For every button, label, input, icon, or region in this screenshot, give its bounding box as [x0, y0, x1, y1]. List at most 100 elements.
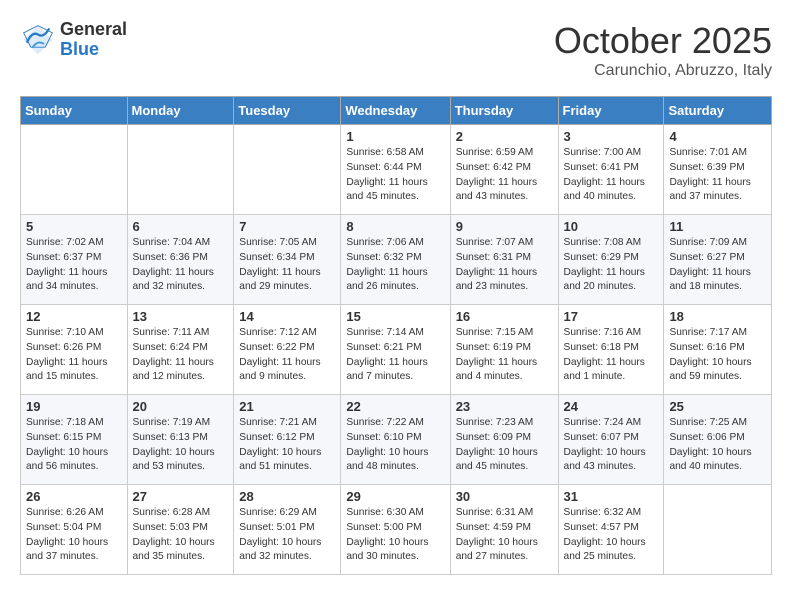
day-number: 11: [669, 219, 766, 234]
table-row: 25 Sunrise: 7:25 AMSunset: 6:06 PMDaylig…: [664, 395, 772, 485]
header-friday: Friday: [558, 97, 664, 125]
day-info: Sunrise: 7:24 AMSunset: 6:07 PMDaylight:…: [564, 417, 646, 472]
day-info: Sunrise: 7:04 AMSunset: 6:36 PMDaylight:…: [133, 237, 214, 292]
day-number: 17: [564, 309, 659, 324]
table-row: 8 Sunrise: 7:06 AMSunset: 6:32 PMDayligh…: [341, 215, 450, 305]
table-row: 29 Sunrise: 6:30 AMSunset: 5:00 PMDaylig…: [341, 485, 450, 575]
weekday-header-row: Sunday Monday Tuesday Wednesday Thursday…: [21, 97, 772, 125]
table-row: [127, 125, 234, 215]
table-row: 31 Sunrise: 6:32 AMSunset: 4:57 PMDaylig…: [558, 485, 664, 575]
table-row: 14 Sunrise: 7:12 AMSunset: 6:22 PMDaylig…: [234, 305, 341, 395]
calendar-table: Sunday Monday Tuesday Wednesday Thursday…: [20, 96, 772, 575]
day-number: 1: [346, 129, 444, 144]
logo-text: General Blue: [60, 20, 127, 60]
day-info: Sunrise: 7:17 AMSunset: 6:16 PMDaylight:…: [669, 327, 751, 382]
table-row: 16 Sunrise: 7:15 AMSunset: 6:19 PMDaylig…: [450, 305, 558, 395]
day-number: 24: [564, 399, 659, 414]
table-row: 20 Sunrise: 7:19 AMSunset: 6:13 PMDaylig…: [127, 395, 234, 485]
table-row: 30 Sunrise: 6:31 AMSunset: 4:59 PMDaylig…: [450, 485, 558, 575]
day-info: Sunrise: 6:31 AMSunset: 4:59 PMDaylight:…: [456, 507, 538, 562]
day-number: 5: [26, 219, 122, 234]
day-info: Sunrise: 7:25 AMSunset: 6:06 PMDaylight:…: [669, 417, 751, 472]
table-row: 9 Sunrise: 7:07 AMSunset: 6:31 PMDayligh…: [450, 215, 558, 305]
day-number: 10: [564, 219, 659, 234]
day-number: 3: [564, 129, 659, 144]
table-row: 26 Sunrise: 6:26 AMSunset: 5:04 PMDaylig…: [21, 485, 128, 575]
table-row: 17 Sunrise: 7:16 AMSunset: 6:18 PMDaylig…: [558, 305, 664, 395]
day-info: Sunrise: 6:29 AMSunset: 5:01 PMDaylight:…: [239, 507, 321, 562]
day-info: Sunrise: 7:06 AMSunset: 6:32 PMDaylight:…: [346, 237, 427, 292]
page: General Blue October 2025 Carunchio, Abr…: [0, 0, 792, 595]
day-info: Sunrise: 7:09 AMSunset: 6:27 PMDaylight:…: [669, 237, 750, 292]
day-number: 2: [456, 129, 553, 144]
day-info: Sunrise: 7:01 AMSunset: 6:39 PMDaylight:…: [669, 147, 750, 202]
day-info: Sunrise: 7:15 AMSunset: 6:19 PMDaylight:…: [456, 327, 537, 382]
header-wednesday: Wednesday: [341, 97, 450, 125]
logo-blue-text: Blue: [60, 40, 127, 60]
table-row: 13 Sunrise: 7:11 AMSunset: 6:24 PMDaylig…: [127, 305, 234, 395]
table-row: 12 Sunrise: 7:10 AMSunset: 6:26 PMDaylig…: [21, 305, 128, 395]
day-number: 15: [346, 309, 444, 324]
day-info: Sunrise: 7:23 AMSunset: 6:09 PMDaylight:…: [456, 417, 538, 472]
table-row: 27 Sunrise: 6:28 AMSunset: 5:03 PMDaylig…: [127, 485, 234, 575]
day-number: 4: [669, 129, 766, 144]
table-row: 19 Sunrise: 7:18 AMSunset: 6:15 PMDaylig…: [21, 395, 128, 485]
day-info: Sunrise: 7:22 AMSunset: 6:10 PMDaylight:…: [346, 417, 428, 472]
day-number: 29: [346, 489, 444, 504]
title-section: October 2025 Carunchio, Abruzzo, Italy: [554, 20, 772, 80]
week-row-5: 26 Sunrise: 6:26 AMSunset: 5:04 PMDaylig…: [21, 485, 772, 575]
table-row: 21 Sunrise: 7:21 AMSunset: 6:12 PMDaylig…: [234, 395, 341, 485]
month-title: October 2025: [554, 20, 772, 62]
day-number: 20: [133, 399, 229, 414]
day-number: 13: [133, 309, 229, 324]
logo-icon: [20, 22, 56, 58]
header-saturday: Saturday: [664, 97, 772, 125]
week-row-2: 5 Sunrise: 7:02 AMSunset: 6:37 PMDayligh…: [21, 215, 772, 305]
day-info: Sunrise: 6:59 AMSunset: 6:42 PMDaylight:…: [456, 147, 537, 202]
day-number: 22: [346, 399, 444, 414]
week-row-1: 1 Sunrise: 6:58 AMSunset: 6:44 PMDayligh…: [21, 125, 772, 215]
day-number: 27: [133, 489, 229, 504]
day-info: Sunrise: 6:32 AMSunset: 4:57 PMDaylight:…: [564, 507, 646, 562]
day-info: Sunrise: 7:19 AMSunset: 6:13 PMDaylight:…: [133, 417, 215, 472]
day-info: Sunrise: 7:11 AMSunset: 6:24 PMDaylight:…: [133, 327, 214, 382]
day-number: 8: [346, 219, 444, 234]
table-row: 7 Sunrise: 7:05 AMSunset: 6:34 PMDayligh…: [234, 215, 341, 305]
day-number: 14: [239, 309, 335, 324]
table-row: 11 Sunrise: 7:09 AMSunset: 6:27 PMDaylig…: [664, 215, 772, 305]
location-title: Carunchio, Abruzzo, Italy: [554, 62, 772, 80]
day-number: 26: [26, 489, 122, 504]
table-row: 5 Sunrise: 7:02 AMSunset: 6:37 PMDayligh…: [21, 215, 128, 305]
day-info: Sunrise: 7:02 AMSunset: 6:37 PMDaylight:…: [26, 237, 107, 292]
day-info: Sunrise: 7:14 AMSunset: 6:21 PMDaylight:…: [346, 327, 427, 382]
day-info: Sunrise: 7:00 AMSunset: 6:41 PMDaylight:…: [564, 147, 645, 202]
day-info: Sunrise: 7:12 AMSunset: 6:22 PMDaylight:…: [239, 327, 320, 382]
header-tuesday: Tuesday: [234, 97, 341, 125]
day-info: Sunrise: 6:58 AMSunset: 6:44 PMDaylight:…: [346, 147, 427, 202]
day-number: 31: [564, 489, 659, 504]
day-info: Sunrise: 6:26 AMSunset: 5:04 PMDaylight:…: [26, 507, 108, 562]
day-number: 18: [669, 309, 766, 324]
week-row-3: 12 Sunrise: 7:10 AMSunset: 6:26 PMDaylig…: [21, 305, 772, 395]
table-row: [21, 125, 128, 215]
day-info: Sunrise: 7:16 AMSunset: 6:18 PMDaylight:…: [564, 327, 645, 382]
day-info: Sunrise: 7:18 AMSunset: 6:15 PMDaylight:…: [26, 417, 108, 472]
day-number: 12: [26, 309, 122, 324]
day-info: Sunrise: 7:07 AMSunset: 6:31 PMDaylight:…: [456, 237, 537, 292]
day-info: Sunrise: 6:28 AMSunset: 5:03 PMDaylight:…: [133, 507, 215, 562]
day-number: 28: [239, 489, 335, 504]
table-row: [664, 485, 772, 575]
day-number: 16: [456, 309, 553, 324]
table-row: 15 Sunrise: 7:14 AMSunset: 6:21 PMDaylig…: [341, 305, 450, 395]
table-row: 18 Sunrise: 7:17 AMSunset: 6:16 PMDaylig…: [664, 305, 772, 395]
header-thursday: Thursday: [450, 97, 558, 125]
header-sunday: Sunday: [21, 97, 128, 125]
table-row: 10 Sunrise: 7:08 AMSunset: 6:29 PMDaylig…: [558, 215, 664, 305]
table-row: 24 Sunrise: 7:24 AMSunset: 6:07 PMDaylig…: [558, 395, 664, 485]
table-row: 1 Sunrise: 6:58 AMSunset: 6:44 PMDayligh…: [341, 125, 450, 215]
day-info: Sunrise: 6:30 AMSunset: 5:00 PMDaylight:…: [346, 507, 428, 562]
day-number: 25: [669, 399, 766, 414]
table-row: 2 Sunrise: 6:59 AMSunset: 6:42 PMDayligh…: [450, 125, 558, 215]
table-row: 3 Sunrise: 7:00 AMSunset: 6:41 PMDayligh…: [558, 125, 664, 215]
logo: General Blue: [20, 20, 127, 60]
